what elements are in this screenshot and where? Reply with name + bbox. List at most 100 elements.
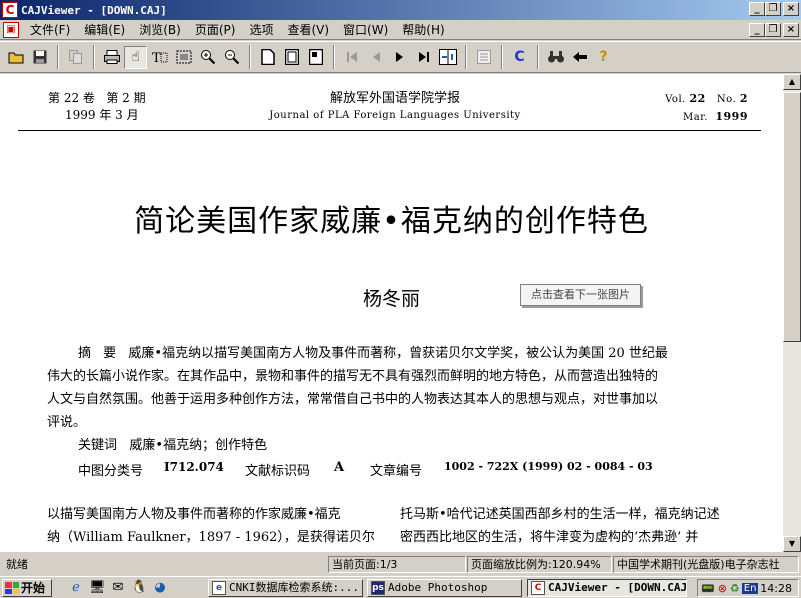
prev-page-icon[interactable] (364, 46, 387, 69)
notes-icon[interactable] (472, 46, 495, 69)
header-rule (18, 130, 761, 131)
document-view[interactable]: 第 22 卷 第 2 期 1999 年 3 月 解放军外国语学院学报 Journ… (0, 74, 783, 552)
image-select-icon[interactable] (172, 46, 195, 69)
abstract-line-1: 威廉•福克纳以描写美国南方人物及事件而著称，曾获诺贝尔文学奖，被公认为美国 20… (128, 346, 668, 361)
menu-help[interactable]: 帮助(H) (395, 21, 451, 39)
no-en-value: 2 (739, 92, 748, 105)
abstract-line-2: 伟大的长篇小说作家。在其作品中，景物和事件的描写无不具有强烈而鲜明的地方特色，从… (47, 369, 659, 384)
abstract-line-4: 评说。 (47, 415, 87, 430)
article-author: 杨冬丽 (362, 288, 420, 310)
menu-window[interactable]: 窗口(W) (336, 21, 395, 39)
window-controls: _ ❐ × (747, 2, 799, 16)
task-cnki[interactable]: e CNKI数据库检索系统:... (208, 579, 363, 597)
doc-close-button[interactable]: × (783, 23, 799, 37)
doc-restore-button[interactable]: ❐ (765, 23, 781, 37)
status-zoom: 页面缩放比例为:120.94% (467, 556, 612, 573)
last-page-icon[interactable] (412, 46, 435, 69)
taskbar: 开始 ℯ 🖥 ✉ 🐧 ◕ e CNKI数据库检索系统:... ps Adobe … (0, 576, 801, 598)
fit-page-icon[interactable] (280, 46, 303, 69)
abstract-line-3: 人文与自然氛围。他善于运用多种创作方法，常常借自己书中的人物表达其本人的思想与观… (47, 392, 659, 407)
menu-page[interactable]: 页面(P) (188, 21, 243, 39)
print-icon[interactable] (100, 46, 123, 69)
window-title: CAJViewer - [DOWN.CAJ] (21, 3, 167, 17)
find-icon[interactable] (544, 46, 567, 69)
menu-edit[interactable]: 编辑(E) (77, 21, 132, 39)
photoshop-icon: ps (371, 581, 385, 595)
open-icon[interactable] (4, 46, 27, 69)
volume-label: 第 22 卷 (48, 91, 95, 105)
copy-icon[interactable] (64, 46, 87, 69)
body-left-line-1: 以描写美国南方人物及事件而著称的作家威廉•福克 (47, 507, 341, 522)
app-icon[interactable]: C (2, 2, 18, 18)
journal-name-en: Journal of PLA Foreign Languages Univers… (269, 110, 521, 121)
save-icon[interactable] (28, 46, 51, 69)
first-page-icon[interactable] (340, 46, 363, 69)
caj-icon: C (531, 581, 545, 595)
status-ready: 就绪 (6, 558, 28, 571)
outlook-quicklaunch-icon[interactable]: ✉ (110, 580, 126, 596)
zoom-out-icon[interactable] (220, 46, 243, 69)
task-photoshop-label: Adobe Photoshop (388, 581, 488, 594)
c-icon[interactable]: C (508, 46, 531, 69)
browser-quicklaunch-icon[interactable]: ◕ (152, 580, 168, 596)
article-no-label: 文章编号 (370, 464, 423, 479)
goto-page-icon[interactable] (436, 46, 459, 69)
close-button[interactable]: × (783, 2, 799, 16)
fit-width-icon[interactable] (304, 46, 327, 69)
clc-label: 中图分类号 (78, 464, 144, 479)
tray-app-icon[interactable]: 📟 (701, 582, 715, 595)
task-photoshop[interactable]: ps Adobe Photoshop (367, 579, 522, 597)
body-right-line-1: 托马斯•哈代记述英国西部乡村的生活一样，福克纳记述 (400, 507, 720, 522)
scroll-thumb[interactable] (783, 92, 801, 342)
body-column-left: 以描写美国南方人物及事件而著称的作家威廉•福克 纳（William Faulkn… (47, 503, 387, 552)
tray-antivirus-icon[interactable]: ⊗ (718, 582, 727, 595)
restore-button[interactable]: ❐ (765, 2, 781, 16)
clc-value: I712.074 (164, 460, 224, 474)
back-icon[interactable] (568, 46, 591, 69)
keywords-value: 威廉•福克纳；创作特色 (129, 438, 268, 453)
scroll-down-button[interactable]: ▼ (783, 536, 801, 552)
tray-network-icon[interactable]: ♻ (730, 582, 740, 595)
toolbar: ☝ T C ? (0, 41, 801, 73)
clock[interactable]: 14:28 (760, 582, 792, 595)
task-cajviewer-label: CAJViewer - [DOWN.CAJ] (548, 581, 687, 594)
title-bar: C CAJViewer - [DOWN.CAJ] _ ❐ × (0, 0, 801, 20)
year-en: 1999 (715, 110, 748, 123)
issue-label: 第 2 期 (106, 91, 146, 105)
desktop-quicklaunch-icon[interactable]: 🖥 (89, 580, 106, 596)
next-image-tooltip[interactable]: 点击查看下一张图片 (520, 284, 641, 306)
help-icon[interactable]: ? (592, 46, 615, 69)
menu-options[interactable]: 选项 (242, 21, 280, 39)
vertical-scrollbar[interactable]: ▲ ▼ (783, 74, 801, 552)
journal-name: 解放军外国语学院学报 Journal of PLA Foreign Langua… (260, 90, 530, 124)
minimize-button[interactable]: _ (749, 2, 765, 16)
qq-quicklaunch-icon[interactable]: 🐧 (131, 580, 147, 596)
status-bar: 就绪 当前页面:1/3 页面缩放比例为:120.94% 中国学术期刊(光盘版)电… (0, 554, 801, 574)
journal-issue-info-en: Vol. 22 No. 2 Mar. 1999 (640, 90, 748, 126)
text-select-icon[interactable]: T (148, 46, 171, 69)
abstract-label: 摘 要 (78, 346, 121, 361)
menu-file[interactable]: 文件(F) (23, 21, 77, 39)
scroll-up-button[interactable]: ▲ (783, 74, 801, 90)
zoom-in-icon[interactable] (196, 46, 219, 69)
doc-id-value: A (334, 460, 345, 475)
input-language-indicator[interactable]: En (741, 582, 759, 594)
doc-minimize-button[interactable]: _ (749, 23, 765, 37)
next-page-icon[interactable] (388, 46, 411, 69)
menu-view[interactable]: 查看(V) (280, 21, 336, 39)
article-title: 简论美国作家威廉•福克纳的创作特色 (134, 204, 649, 239)
date-label: 1999 年 3 月 (65, 108, 139, 122)
start-button[interactable]: 开始 (2, 579, 52, 597)
single-page-icon[interactable] (256, 46, 279, 69)
abstract: 摘 要 威廉•福克纳以描写美国南方人物及事件而著称，曾获诺贝尔文学奖，被公认为美… (47, 342, 739, 457)
menu-browse[interactable]: 浏览(B) (132, 21, 188, 39)
body-left-line-2: 纳（William Faulkner，1897 - 1962），是获得诺贝尔文学 (47, 530, 375, 545)
body-right-line-2: 密西西比地区的生活，将牛津变为虚构的‘杰弗逊’ 并 (400, 530, 699, 545)
system-tray: 📟 ⊗ ♻ En 14:28 (697, 579, 799, 597)
start-label: 开始 (21, 581, 46, 595)
hand-icon[interactable]: ☝ (124, 45, 147, 69)
month-en: Mar. (682, 112, 709, 123)
task-cajviewer[interactable]: C CAJViewer - [DOWN.CAJ] (527, 579, 687, 597)
ie-quicklaunch-icon[interactable]: ℯ (68, 580, 84, 596)
document-icon[interactable]: ▣ (3, 21, 19, 38)
